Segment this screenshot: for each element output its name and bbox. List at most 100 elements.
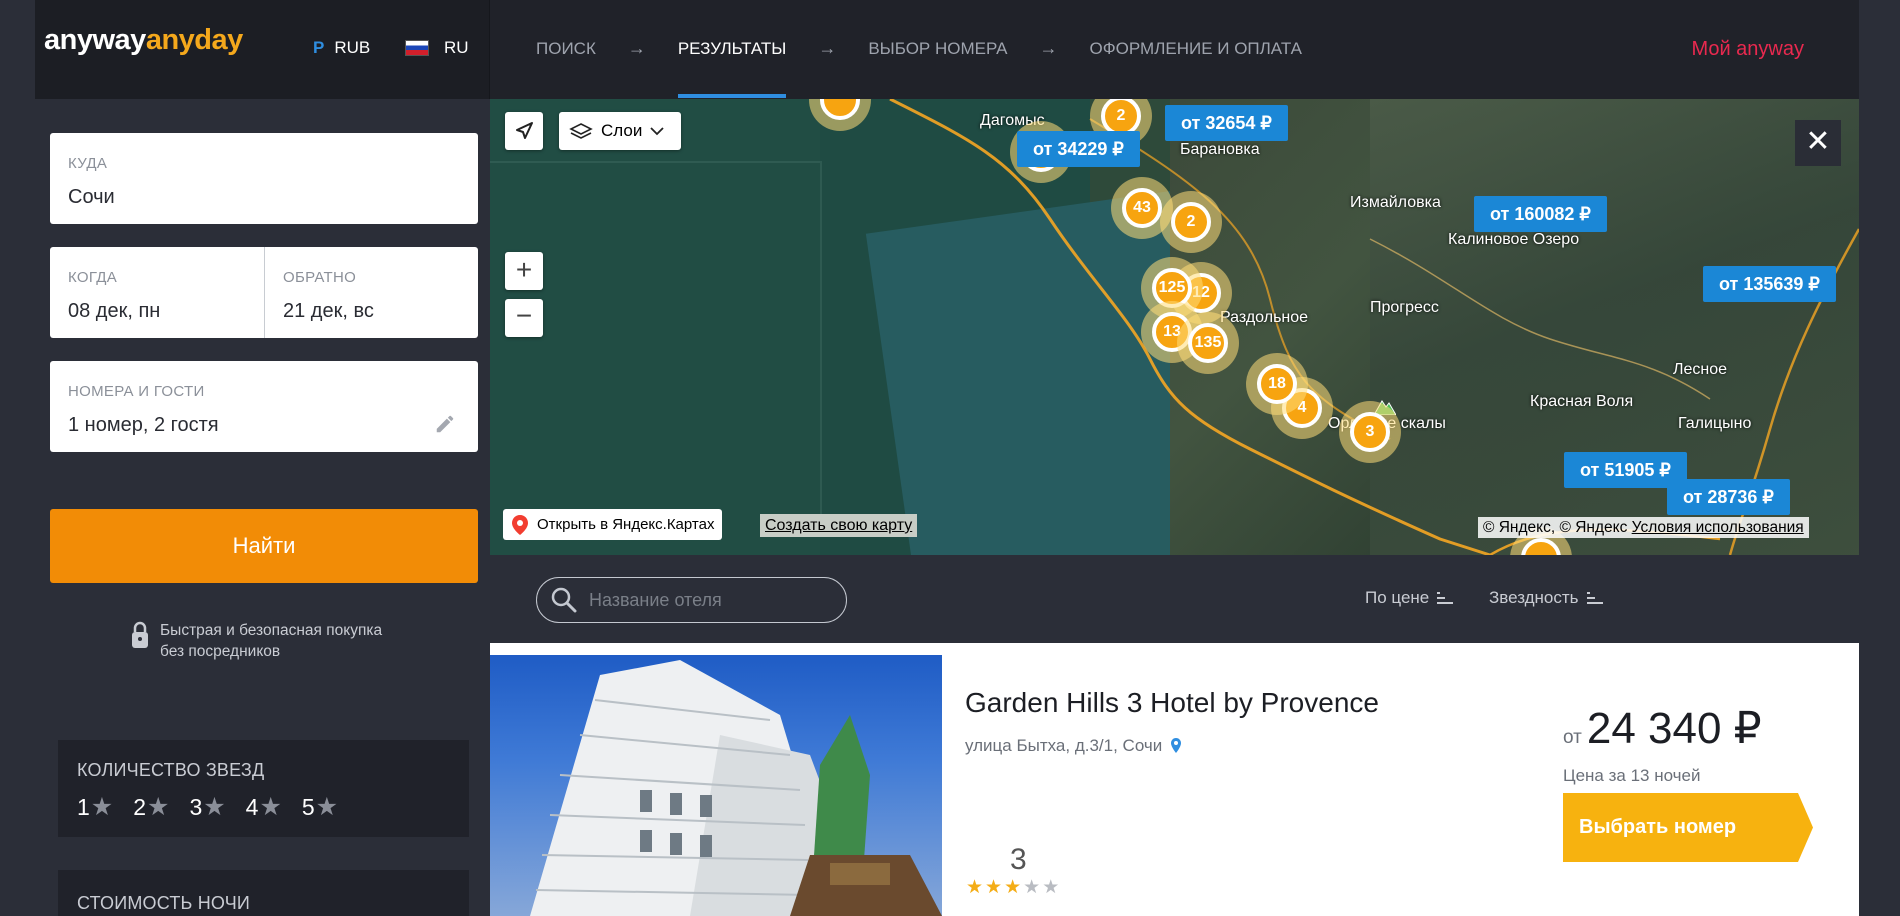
ruble-icon: Р bbox=[313, 38, 325, 57]
map-place-label: Прогресс bbox=[1370, 299, 1439, 316]
map-place-label: Барановка bbox=[1180, 141, 1260, 158]
my-account-link[interactable]: Мой anyway bbox=[1691, 38, 1804, 61]
sort-by-price[interactable]: По цене bbox=[1365, 588, 1454, 608]
lock-icon bbox=[132, 621, 148, 648]
checkout-label: ОБРАТНО bbox=[283, 269, 357, 286]
map-price-tag[interactable]: от 135639 ₽ bbox=[1703, 266, 1836, 302]
pencil-icon[interactable] bbox=[434, 413, 456, 435]
map-place-label: Красная Воля bbox=[1530, 393, 1634, 410]
map-cluster[interactable]: 18 bbox=[1246, 353, 1308, 415]
hotel-name-search-input[interactable]: Название отеля bbox=[536, 577, 847, 623]
star-icon: ★ bbox=[1042, 877, 1062, 898]
map-pin-icon[interactable] bbox=[1170, 737, 1182, 755]
map-view[interactable]: Дагомыс Барановка Измайловка Калиновое О… bbox=[490, 99, 1859, 555]
star-icon: ★ bbox=[90, 793, 114, 821]
map-price-tag[interactable]: от 28736 ₽ bbox=[1667, 479, 1790, 515]
cluster-count: 2 bbox=[1171, 202, 1211, 242]
star-icon: ★ bbox=[147, 793, 170, 821]
layers-icon bbox=[569, 123, 593, 139]
minus-icon: − bbox=[515, 300, 533, 331]
navigation-arrow-icon bbox=[516, 122, 533, 139]
close-map-button[interactable]: ✕ bbox=[1795, 120, 1841, 166]
hotel-filter-bar: Название отеля По цене Звездность bbox=[490, 555, 1859, 643]
hotel-star-rating: ★★★★★ bbox=[966, 876, 1061, 899]
russia-flag-icon bbox=[405, 40, 429, 56]
sort-icon bbox=[1437, 592, 1454, 604]
star-icon: ★ bbox=[315, 793, 339, 821]
price-filter-title: СТОИМОСТЬ НОЧИ bbox=[77, 893, 251, 913]
map-price-tag[interactable]: от 32654 ₽ bbox=[1165, 105, 1288, 141]
star-option-4[interactable]: 4 ★ bbox=[246, 792, 282, 822]
star-option-2[interactable]: 2 ★ bbox=[133, 792, 169, 822]
hotel-star-rating-number: 3 bbox=[1010, 843, 1027, 876]
map-cluster[interactable]: 135 bbox=[1177, 312, 1239, 374]
hotel-photo[interactable] bbox=[490, 655, 942, 916]
hotel-address: улица Бытха, д.3/1, Сочи bbox=[965, 736, 1182, 756]
right-gutter bbox=[1859, 0, 1900, 916]
map-cluster[interactable]: 3 bbox=[1339, 401, 1401, 463]
sort-icon bbox=[1586, 592, 1603, 604]
destination-field[interactable]: КУДА Сочи bbox=[50, 133, 478, 224]
hotel-building-image bbox=[530, 660, 942, 916]
destination-value: Сочи bbox=[68, 186, 115, 208]
zoom-in-button[interactable]: + bbox=[505, 252, 543, 290]
hotel-name[interactable]: Garden Hills 3 Hotel by Provence bbox=[965, 687, 1379, 719]
sort-by-stars[interactable]: Звездность bbox=[1489, 588, 1603, 608]
secure-text-line2: без посредников bbox=[160, 643, 281, 660]
map-cluster[interactable]: 2 bbox=[1160, 191, 1222, 253]
map-price-tag[interactable]: от 34229 ₽ bbox=[1017, 131, 1140, 167]
top-header: anywayanyday Р RUB RU ПОИСК → РЕЗУЛЬТАТЫ … bbox=[35, 0, 1859, 99]
logo-part: day bbox=[194, 24, 243, 56]
step-room-choice: ВЫБОР НОМЕРА bbox=[868, 38, 1008, 58]
arrow-icon: → bbox=[818, 38, 837, 58]
currency-selector[interactable]: Р RUB bbox=[313, 38, 370, 58]
layers-button[interactable]: Слои bbox=[559, 112, 681, 150]
star-option-3[interactable]: 3 ★ bbox=[189, 792, 225, 822]
star-count: 1 bbox=[77, 793, 90, 820]
star-option-1[interactable]: 1 ★ bbox=[77, 792, 113, 822]
price-prefix: от bbox=[1563, 727, 1582, 748]
price-filter: СТОИМОСТЬ НОЧИ bbox=[58, 870, 469, 916]
map-pin-icon bbox=[512, 514, 528, 535]
cluster-count: 18 bbox=[1257, 364, 1297, 404]
layers-label: Слои bbox=[601, 121, 643, 140]
star-icon: ★ bbox=[1004, 877, 1024, 898]
chevron-down-icon bbox=[650, 127, 664, 136]
step-results[interactable]: РЕЗУЛЬТАТЫ bbox=[677, 39, 786, 98]
checkout-field[interactable]: ОБРАТНО 21 дек, вс bbox=[264, 247, 478, 338]
step-search[interactable]: ПОИСК bbox=[536, 39, 596, 59]
star-option-5[interactable]: 5 ★ bbox=[302, 792, 338, 822]
star-icon: ★ bbox=[966, 877, 986, 898]
booking-steps: ПОИСК → РЕЗУЛЬТАТЫ → ВЫБОР НОМЕРА → ОФОР… bbox=[536, 38, 1302, 98]
cluster-count bbox=[820, 99, 860, 120]
language-selector[interactable]: RU bbox=[405, 38, 469, 58]
checkin-value: 08 дек, пн bbox=[68, 300, 161, 322]
arrow-icon: → bbox=[1039, 38, 1058, 58]
map-price-tag[interactable]: от 160082 ₽ bbox=[1474, 196, 1607, 232]
open-yandex-maps-link[interactable]: Открыть в Яндекс.Картах bbox=[503, 509, 723, 540]
star-icon: ★ bbox=[203, 793, 226, 821]
hotel-price: от 24 340 ₽ bbox=[1563, 703, 1762, 754]
search-sidebar: КУДА Сочи КОГДА 08 дек, пн ОБРАТНО 21 де… bbox=[35, 99, 490, 916]
copyright-text: © Яндекс, © Яндекс bbox=[1483, 519, 1628, 536]
open-yandex-maps-label: Открыть в Яндекс.Картах bbox=[537, 516, 715, 533]
logo[interactable]: anywayanyday bbox=[44, 24, 243, 57]
create-map-link[interactable]: Создать свою карту bbox=[760, 514, 918, 537]
logo-part: any bbox=[145, 24, 195, 56]
zoom-out-button[interactable]: − bbox=[505, 299, 543, 337]
hotel-address-text: улица Бытха, д.3/1, Сочи bbox=[965, 736, 1163, 755]
step-checkout: ОФОРМЛЕНИЕ И ОПЛАТА bbox=[1089, 38, 1302, 58]
stars-filter: КОЛИЧЕСТВО ЗВЕЗД 1 ★ 2 ★ 3 ★ 4 ★ 5 ★ bbox=[58, 740, 469, 837]
geolocate-button[interactable] bbox=[505, 112, 543, 150]
hotel-card[interactable]: Garden Hills 3 Hotel by Provence улица Б… bbox=[490, 643, 1859, 916]
star-count: 2 bbox=[133, 793, 147, 820]
cluster-count: 135 bbox=[1188, 323, 1228, 363]
terms-link[interactable]: Условия использования bbox=[1632, 519, 1804, 536]
logo-part: way bbox=[92, 24, 146, 56]
guests-field[interactable]: НОМЕРА И ГОСТИ 1 номер, 2 гостя bbox=[50, 361, 478, 452]
cluster-count: 3 bbox=[1350, 412, 1390, 452]
checkin-field[interactable]: КОГДА 08 дек, пн bbox=[50, 247, 264, 338]
search-button[interactable]: Найти bbox=[50, 509, 478, 583]
select-room-button[interactable]: Выбрать номер bbox=[1563, 793, 1813, 862]
map-place-label: Лесное bbox=[1673, 361, 1728, 378]
